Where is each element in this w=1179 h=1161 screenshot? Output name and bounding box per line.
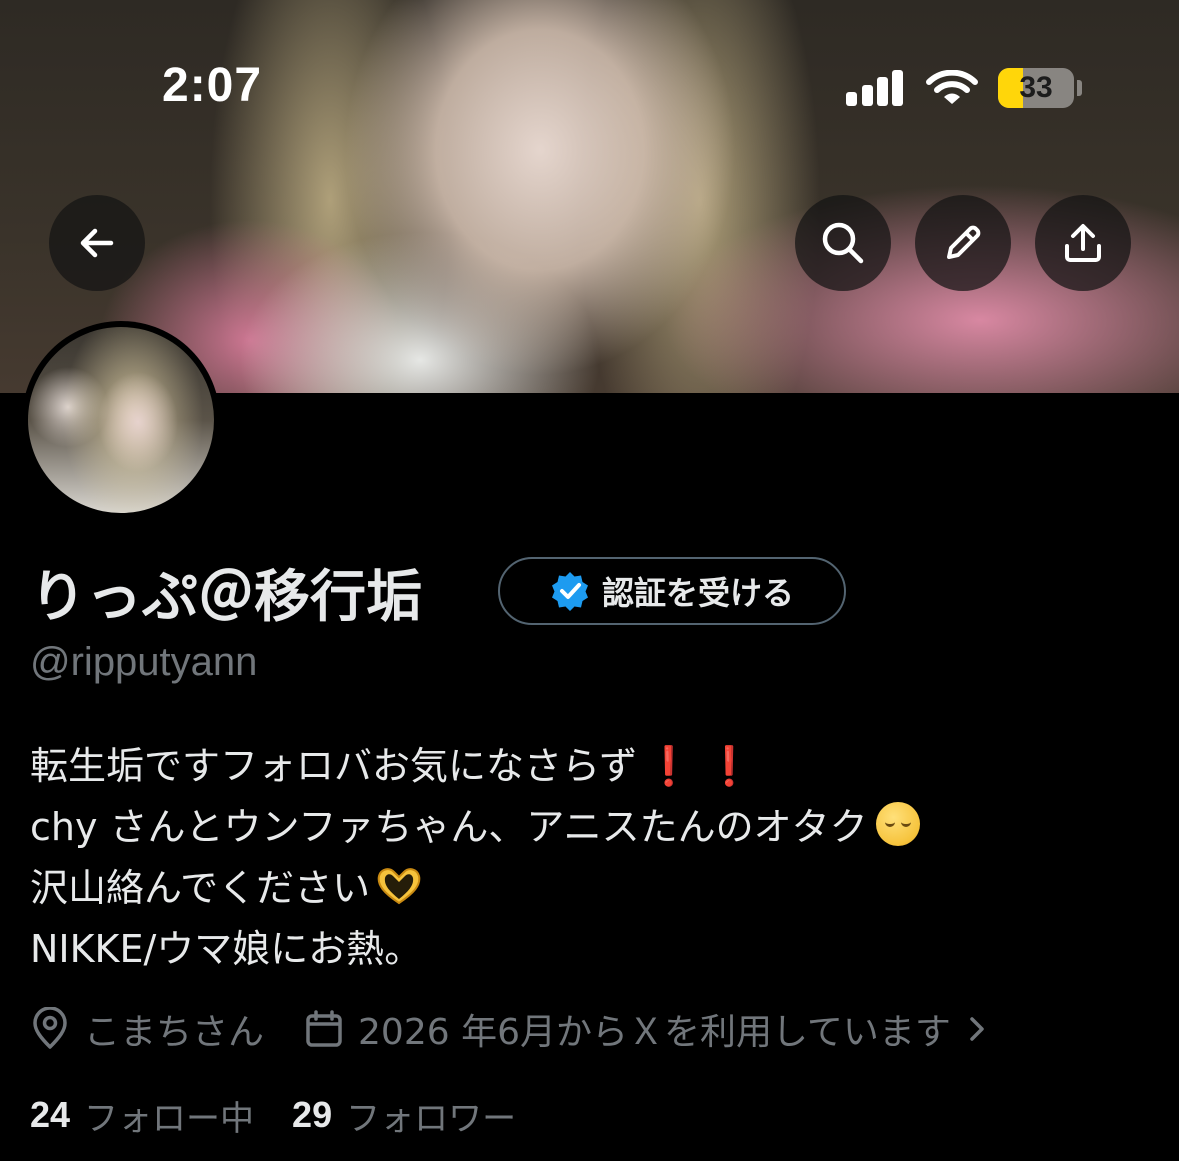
- bio-line-text: NIKKE/ウマ娘にお熱。: [30, 927, 423, 971]
- followers-label: フォロワー: [346, 1098, 517, 1139]
- calendar-icon: [306, 1010, 342, 1047]
- edit-button[interactable]: [915, 195, 1011, 291]
- cellular-signal-icon: [846, 70, 904, 106]
- followers-count: 29: [292, 1094, 333, 1135]
- back-button[interactable]: [49, 195, 145, 291]
- profile-meta: こまちさん 2026 年6月からＸを利用しています: [30, 1003, 989, 1055]
- get-verified-label: 認証を受ける: [601, 574, 794, 612]
- heart-hands-emoji: [377, 868, 421, 905]
- battery-icon: 33: [998, 68, 1074, 108]
- pensive-face-emoji: [875, 802, 920, 846]
- display-name: りっぷ＠移行垢: [30, 565, 422, 630]
- location-text: こまちさん: [84, 1012, 265, 1053]
- bio-line: NIKKE/ウマ娘にお熱。: [30, 919, 1150, 980]
- bio-line: 転生垢ですフォロバお気になさらず ❗ ❗: [30, 736, 1150, 797]
- avatar-image: [28, 327, 214, 513]
- edit-pencil-icon: [947, 225, 981, 259]
- verified-badge-icon: [551, 572, 588, 611]
- search-icon: [822, 222, 864, 264]
- location: こまちさん: [30, 1003, 264, 1055]
- battery-nub: [1077, 80, 1082, 96]
- avatar[interactable]: [22, 321, 220, 519]
- join-date-text: 2026 年6月からＸを利用しています: [358, 1012, 951, 1053]
- following-label: フォロー中: [84, 1098, 255, 1139]
- share-icon: [1065, 224, 1101, 262]
- bio-line-text: 転生垢ですフォロバお気になさらず: [30, 744, 638, 788]
- wifi-icon: [926, 69, 978, 106]
- chevron-right-icon: [970, 1017, 984, 1041]
- followers-link[interactable]: 29 フォロワー: [292, 1091, 516, 1140]
- user-handle: @ripputyann: [30, 640, 258, 684]
- status-time: 2:07: [162, 59, 263, 112]
- search-button[interactable]: [795, 195, 891, 291]
- battery-percent: 33: [1019, 71, 1053, 104]
- exclamation-emoji: ❗ ❗: [645, 744, 754, 788]
- location-pin-icon: [33, 1007, 67, 1049]
- follow-stats: 24 フォロー中 29 フォロワー: [30, 1090, 516, 1140]
- following-link[interactable]: 24 フォロー中: [30, 1091, 254, 1140]
- status-bar: 2:07 33: [0, 0, 1179, 130]
- get-verified-button[interactable]: 認証を受ける: [498, 557, 846, 625]
- back-arrow-icon: [80, 228, 114, 258]
- bio-line-text: 沢山絡んでください: [30, 866, 371, 910]
- join-date[interactable]: 2026 年6月からＸを利用しています: [304, 1003, 989, 1055]
- profile-bio: 転生垢ですフォロバお気になさらず ❗ ❗ chy さんとウンファちゃん、アニスたん…: [30, 736, 1150, 980]
- share-button[interactable]: [1035, 195, 1131, 291]
- bio-line: chy さんとウンファちゃん、アニスたんのオタク: [30, 797, 1150, 858]
- following-count: 24: [30, 1094, 71, 1135]
- bio-line-text: chy さんとウンファちゃん、アニスたんのオタク: [30, 805, 868, 849]
- bio-line: 沢山絡んでください: [30, 858, 1150, 919]
